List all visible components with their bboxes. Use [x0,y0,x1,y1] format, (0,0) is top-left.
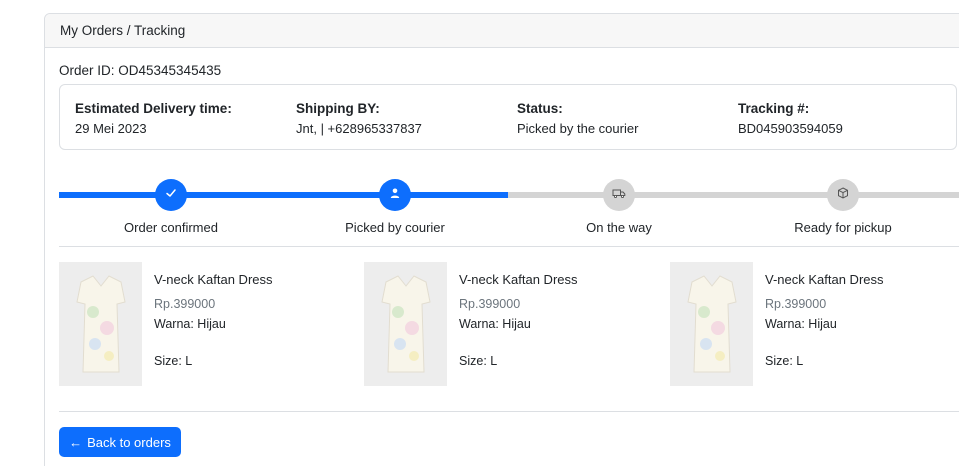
arrow-left-icon: ← [69,434,83,450]
shipping-label: Shipping BY: [296,101,380,116]
product-price: Rp.399000 [765,297,827,311]
breadcrumb: My Orders / Tracking [45,14,959,48]
status-label: Status: [517,101,563,116]
product-item: V-neck Kaftan Dress Rp.399000 Warna: Hij… [670,262,959,386]
tracking-value: BD045903594059 [738,121,843,136]
product-item: V-neck Kaftan Dress Rp.399000 Warna: Hij… [364,262,654,386]
progress-line-pending [508,192,959,198]
product-name: V-neck Kaftan Dress [154,272,273,287]
order-id: Order ID: OD45345345435 [59,63,222,78]
product-name: V-neck Kaftan Dress [765,272,884,287]
tracking-info: Tracking #: BD045903594059 [738,101,843,136]
user-icon [389,186,401,204]
product-image [59,262,142,386]
step-ready-for-pickup [827,179,859,211]
product-name: V-neck Kaftan Dress [459,272,578,287]
step-label-order-confirmed: Order confirmed [124,220,218,235]
breadcrumb-text: My Orders / Tracking [60,23,186,38]
step-on-the-way [603,179,635,211]
status-info: Status: Picked by the courier [517,101,638,136]
status-value: Picked by the courier [517,121,639,136]
order-info-box: Estimated Delivery time: 29 Mei 2023 Shi… [59,84,957,150]
product-image [670,262,753,386]
check-icon [165,186,177,204]
truck-icon [612,186,626,204]
delivery-info: Estimated Delivery time: 29 Mei 2023 [75,101,232,136]
product-price: Rp.399000 [459,297,521,311]
back-to-orders-button[interactable]: ← Back to orders [59,427,181,457]
progress-line-complete [59,192,508,198]
product-price: Rp.399000 [154,297,216,311]
back-to-orders-label: Back to orders [87,434,171,450]
product-item: V-neck Kaftan Dress Rp.399000 Warna: Hij… [59,262,349,386]
box-icon [837,186,849,204]
delivery-label: Estimated Delivery time: [75,101,232,116]
product-size: Size: L [459,354,498,368]
product-color: Warna: Hijau [765,317,837,331]
tracking-label: Tracking #: [738,101,810,116]
product-size: Size: L [154,354,193,368]
product-size: Size: L [765,354,804,368]
step-order-confirmed [155,179,187,211]
product-color: Warna: Hijau [154,317,226,331]
delivery-value: 29 Mei 2023 [75,121,147,136]
step-label-on-the-way: On the way [586,220,652,235]
shipping-value: Jnt, | +628965337837 [296,121,422,136]
divider-top [59,246,959,247]
step-picked-by-courier [379,179,411,211]
step-label-ready-for-pickup: Ready for pickup [794,220,892,235]
tracking-card: My Orders / Tracking [44,13,959,466]
divider-bottom [59,411,959,412]
shipping-info: Shipping BY: Jnt, | +628965337837 [296,101,422,136]
product-image [364,262,447,386]
product-color: Warna: Hijau [459,317,531,331]
step-label-picked-by-courier: Picked by courier [345,220,445,235]
